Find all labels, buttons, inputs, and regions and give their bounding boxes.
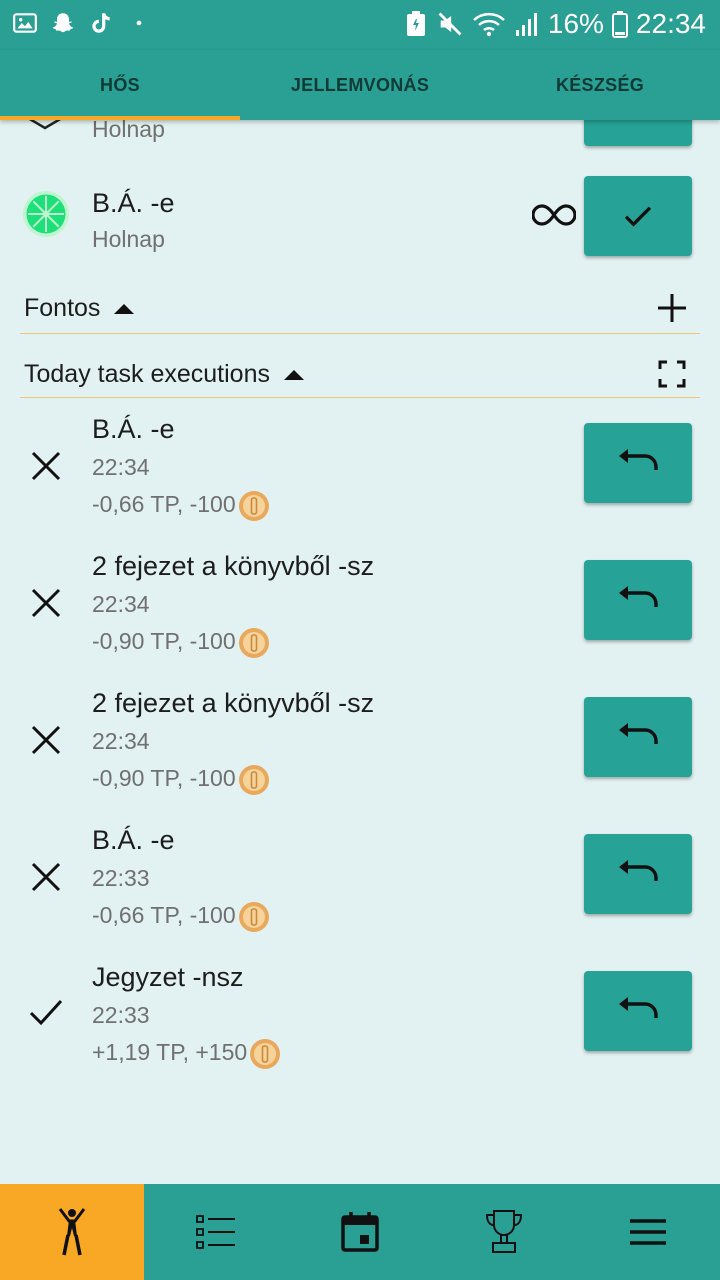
habit-subtitle: Holnap (92, 226, 165, 252)
execution-time: 22:33 (92, 1002, 150, 1028)
menu-icon (630, 1219, 666, 1245)
calendar-icon (341, 1212, 379, 1252)
done-check-icon (29, 999, 63, 1026)
tab-bar: HŐS JELLEMVONÁS KÉSZSÉG (0, 50, 720, 120)
battery-icon (611, 11, 628, 38)
execution-title: 2 fejezet a könyvből -sz (92, 688, 375, 718)
main-content[interactable]: Holnap B.Á. -e Holnap Fontos Today task … (0, 120, 720, 1184)
collapse-caret-icon[interactable] (283, 369, 304, 380)
undo-icon (619, 860, 658, 881)
clock: 22:34 (635, 8, 706, 39)
tab-skills[interactable]: KÉSZSÉG (480, 50, 720, 120)
coin-icon (238, 628, 269, 658)
coin-icon (250, 1039, 281, 1069)
execution-title: Jegyzet -nsz (92, 962, 244, 992)
nav-calendar[interactable] (288, 1184, 432, 1280)
undo-icon (619, 997, 658, 1018)
status-bar: 16% 22:34 (0, 0, 720, 50)
coin-icon (238, 765, 269, 795)
execution-item[interactable]: 2 fejezet a könyvből -sz 22:34 -0,90 TP,… (0, 547, 720, 684)
undo-icon (619, 449, 658, 470)
undo-button[interactable] (584, 971, 692, 1051)
execution-time: 22:34 (92, 454, 150, 480)
nav-hero[interactable] (0, 1184, 144, 1280)
failed-icon (31, 862, 61, 892)
reward-text: -0,66 TP, -100 (92, 902, 236, 929)
execution-item[interactable]: B.Á. -e 22:34 -0,66 TP, -100 (0, 410, 720, 547)
execution-time: 22:34 (92, 728, 150, 754)
gallery-icon (13, 13, 37, 33)
habit-item[interactable]: Holnap (0, 120, 720, 170)
habit-icon (28, 120, 62, 130)
complete-button[interactable] (584, 176, 692, 256)
snapchat-icon (52, 13, 74, 33)
nav-tasks[interactable] (144, 1184, 288, 1280)
undo-button[interactable] (584, 423, 692, 503)
dot-icon (136, 20, 142, 26)
execution-time: 22:34 (92, 591, 150, 617)
collapse-caret-icon[interactable] (114, 303, 135, 314)
execution-time: 22:33 (92, 865, 150, 891)
undo-button[interactable] (584, 560, 692, 640)
undo-button[interactable] (584, 697, 692, 777)
check-icon (624, 206, 652, 227)
reward-text: +1,19 TP, +150 (92, 1039, 248, 1066)
habit-title: B.Á. -e (92, 188, 175, 218)
execution-reward: +1,19 TP, +150 (92, 1038, 281, 1070)
failed-icon (31, 725, 61, 755)
reward-text: -0,90 TP, -100 (92, 628, 236, 655)
today-section-header[interactable]: Today task executions (20, 348, 700, 398)
infinity-icon (532, 204, 576, 226)
mute-icon (438, 12, 462, 36)
lime-icon (23, 191, 69, 237)
task-list-icon (196, 1215, 235, 1249)
undo-icon (619, 586, 658, 607)
execution-item[interactable]: B.Á. -e 22:33 -0,66 TP, -100 (0, 821, 720, 958)
battery-percent: 16% (547, 8, 604, 39)
execution-reward: -0,66 TP, -100 (92, 490, 270, 522)
execution-reward: -0,90 TP, -100 (92, 764, 270, 796)
tab-traits[interactable]: JELLEMVONÁS (240, 50, 480, 120)
important-section-header[interactable]: Fontos (20, 284, 700, 334)
tiktok-icon (92, 13, 110, 33)
add-icon[interactable] (656, 292, 688, 324)
hero-icon (58, 1208, 86, 1256)
habit-item[interactable]: B.Á. -e Holnap (0, 176, 720, 266)
habit-subtitle: Holnap (92, 120, 165, 142)
execution-reward: -0,66 TP, -100 (92, 901, 270, 933)
execution-title: B.Á. -e (92, 825, 175, 855)
fullscreen-icon[interactable] (658, 360, 686, 388)
reward-text: -0,90 TP, -100 (92, 765, 236, 792)
tab-hero[interactable]: HŐS (0, 50, 240, 120)
execution-item[interactable]: 2 fejezet a könyvből -sz 22:34 -0,90 TP,… (0, 684, 720, 821)
undo-button[interactable] (584, 834, 692, 914)
failed-icon (31, 451, 61, 481)
complete-button[interactable] (584, 120, 692, 146)
coin-icon (238, 491, 269, 521)
trophy-icon (485, 1210, 523, 1253)
failed-icon (31, 588, 61, 618)
signal-icon (515, 13, 537, 36)
execution-reward: -0,90 TP, -100 (92, 627, 270, 659)
section-title: Fontos (24, 294, 101, 322)
reward-text: -0,66 TP, -100 (92, 491, 236, 518)
undo-icon (619, 723, 658, 744)
execution-title: B.Á. -e (92, 414, 175, 444)
execution-title: 2 fejezet a könyvből -sz (92, 551, 375, 581)
nav-achievements[interactable] (432, 1184, 576, 1280)
wifi-icon (473, 12, 505, 37)
coin-icon (238, 902, 269, 932)
execution-item[interactable]: Jegyzet -nsz 22:33 +1,19 TP, +150 (0, 958, 720, 1095)
battery-saver-icon (406, 11, 425, 36)
bottom-navigation (0, 1184, 720, 1280)
section-title: Today task executions (24, 360, 270, 388)
nav-menu[interactable] (576, 1184, 720, 1280)
